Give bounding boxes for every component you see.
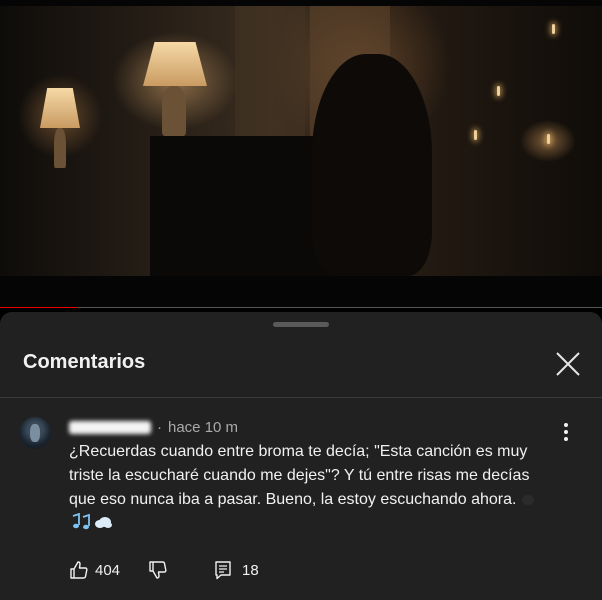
comment-actions: 404 18 (69, 558, 259, 582)
reply-count: 18 (242, 561, 259, 579)
reply-icon (215, 561, 231, 580)
avatar[interactable] (19, 417, 51, 449)
thumbs-down-icon (149, 561, 167, 579)
candle (547, 134, 550, 144)
candle (552, 24, 555, 34)
close-icon (556, 352, 580, 376)
musical-notes-icon (72, 513, 90, 530)
author-name[interactable]: T (69, 420, 151, 434)
emoji-row (69, 513, 113, 531)
candle (474, 130, 477, 140)
like-count: 404 (95, 561, 121, 579)
lamp-base (54, 128, 66, 168)
floor-lamp (40, 88, 80, 128)
close-button[interactable] (553, 349, 583, 379)
avatar-figure (30, 424, 40, 442)
like-button[interactable]: 404 (69, 560, 120, 580)
thumbs-up-icon (70, 561, 88, 579)
more-options-button[interactable] (560, 421, 572, 443)
black-heart-emoji (522, 494, 535, 505)
more-vert-icon (564, 423, 568, 441)
progress-fill (0, 307, 79, 308)
divider (0, 397, 602, 398)
table-lamp (143, 42, 207, 86)
separator: · (157, 418, 162, 436)
drag-handle[interactable] (273, 322, 329, 327)
timestamp: hace 10 m (168, 418, 239, 436)
singer-silhouette (312, 54, 432, 276)
panel-title: Comentarios (23, 351, 146, 373)
video-player[interactable] (0, 0, 602, 308)
lamp-base (162, 86, 186, 136)
dislike-button[interactable] (148, 560, 168, 580)
progress-bar[interactable] (0, 307, 602, 308)
comment-meta: T · hace 10 m (69, 418, 238, 436)
reply-button[interactable]: 18 (214, 560, 259, 580)
candle (497, 86, 500, 96)
video-frame[interactable] (0, 6, 602, 276)
cloud-icon (95, 517, 112, 528)
comments-panel: Comentarios T · hace 10 m ¿Recuerdas cua… (0, 312, 602, 600)
comment-body: ¿Recuerdas cuando entre broma te decía; … (69, 443, 530, 508)
comment-text: ¿Recuerdas cuando entre broma te decía; … (69, 440, 549, 512)
